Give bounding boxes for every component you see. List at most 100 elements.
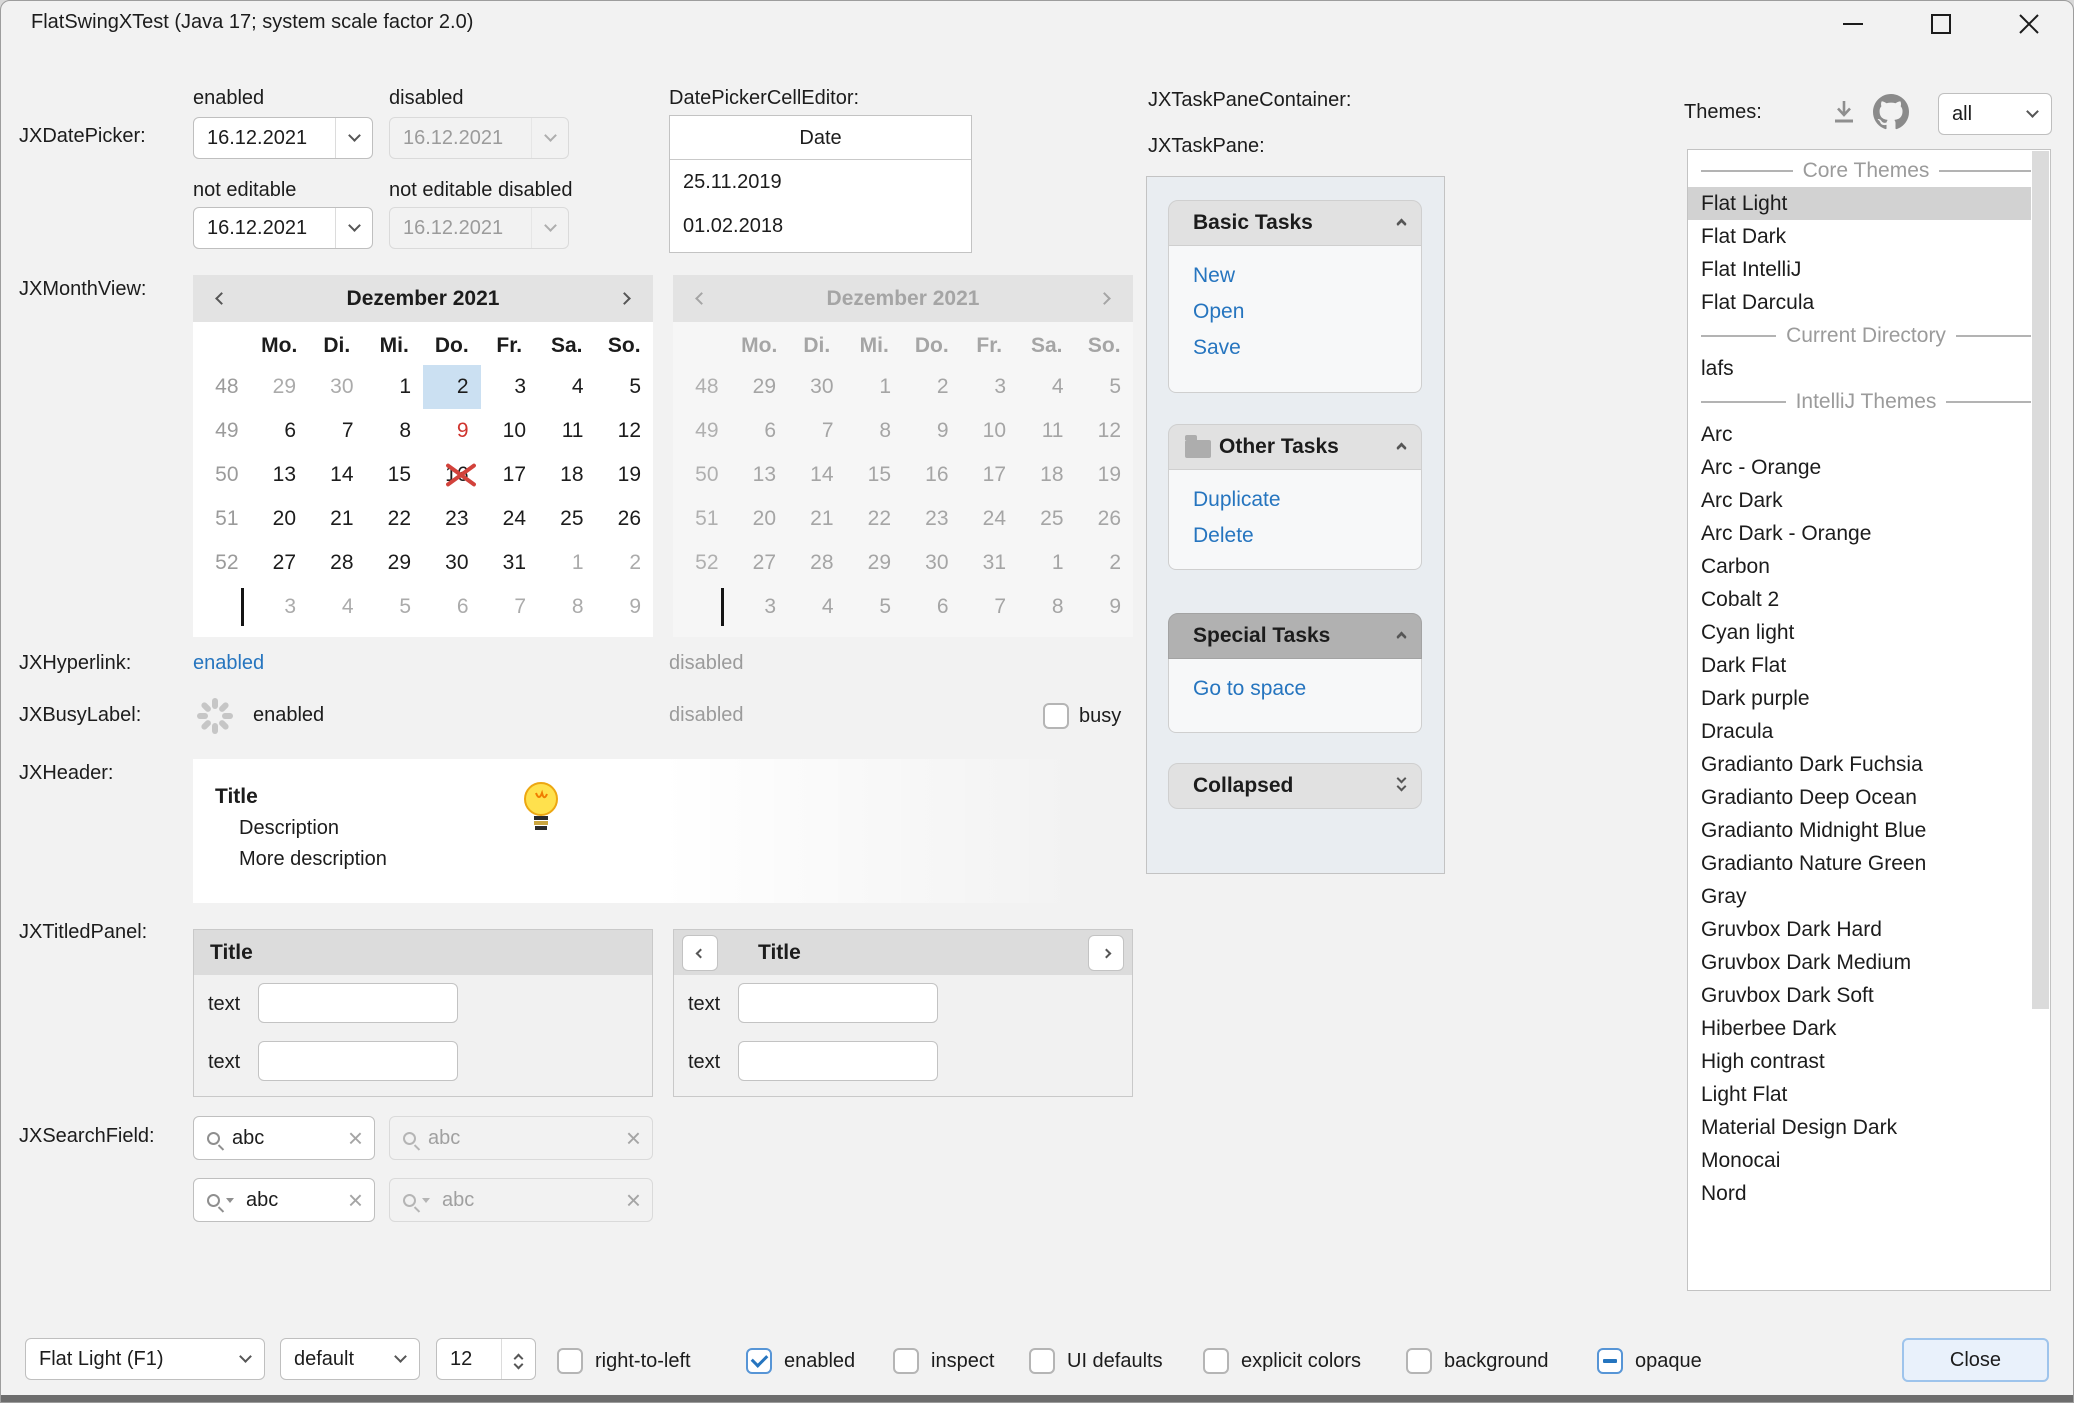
theme-item-hiberbee-dark[interactable]: Hiberbee Dark: [1688, 1012, 2031, 1045]
task-link-save[interactable]: Save: [1193, 330, 1421, 366]
theme-item-lafs[interactable]: lafs: [1688, 352, 2031, 385]
day-cell[interactable]: 28: [308, 541, 366, 585]
hyperlink-enabled[interactable]: enabled: [193, 652, 264, 675]
day-cell[interactable]: 30: [423, 541, 481, 585]
task-link-go-to-space[interactable]: Go to space: [1193, 671, 1421, 707]
search-menu-icon[interactable]: [226, 1198, 234, 1203]
theme-item-gruvbox-dark-soft[interactable]: Gruvbox Dark Soft: [1688, 979, 2031, 1012]
datepicker-enabled[interactable]: 16.12.2021: [193, 117, 373, 159]
day-cell[interactable]: 3: [481, 365, 539, 409]
text-input[interactable]: [258, 983, 458, 1023]
theme-item-dark-flat[interactable]: Dark Flat: [1688, 649, 2031, 682]
theme-item-arc-dark[interactable]: Arc Dark: [1688, 484, 2031, 517]
table-row[interactable]: 01.02.2018: [670, 204, 971, 248]
font-size-spinner[interactable]: 12: [436, 1338, 536, 1380]
day-cell[interactable]: 26: [596, 497, 654, 541]
day-cell[interactable]: 1: [538, 541, 596, 585]
collapse-icon[interactable]: [1398, 631, 1405, 641]
inspect-checkbox[interactable]: [893, 1348, 919, 1374]
taskpane-header-basic-tasks[interactable]: Basic Tasks: [1168, 200, 1422, 246]
day-cell[interactable]: 2: [423, 365, 481, 409]
task-link-duplicate[interactable]: Duplicate: [1193, 482, 1421, 518]
day-cell[interactable]: 4: [308, 585, 366, 629]
day-cell[interactable]: 2: [596, 541, 654, 585]
theme-item-nord[interactable]: Nord: [1688, 1177, 2031, 1210]
day-cell[interactable]: 9: [423, 409, 481, 453]
day-cell[interactable]: 14: [308, 453, 366, 497]
enabled-checkbox[interactable]: [746, 1348, 772, 1374]
opaque-checkbox[interactable]: [1597, 1348, 1623, 1374]
theme-item-monocai[interactable]: Monocai: [1688, 1144, 2031, 1177]
day-cell[interactable]: 29: [251, 365, 309, 409]
maximize-button[interactable]: [1897, 1, 1985, 46]
next-button[interactable]: [1088, 935, 1124, 971]
theme-item-cobalt-2[interactable]: Cobalt 2: [1688, 583, 2031, 616]
day-cell[interactable]: 20: [251, 497, 309, 541]
table-row[interactable]: 25.11.2019: [670, 160, 971, 204]
day-cell[interactable]: 5: [366, 585, 424, 629]
theme-item-arc-orange[interactable]: Arc - Orange: [1688, 451, 2031, 484]
collapse-icon[interactable]: [1398, 442, 1405, 452]
theme-item-gradianto-midnight-blue[interactable]: Gradianto Midnight Blue: [1688, 814, 2031, 847]
day-cell[interactable]: 12: [596, 409, 654, 453]
taskpane-header-special-tasks[interactable]: Special Tasks: [1168, 613, 1422, 659]
day-cell[interactable]: 23: [423, 497, 481, 541]
clear-search-icon[interactable]: ×: [348, 1187, 363, 1213]
laf-combobox[interactable]: Flat Light (F1): [25, 1338, 265, 1380]
theme-item-arc[interactable]: Arc: [1688, 418, 2031, 451]
prev-month-icon[interactable]: [215, 292, 228, 305]
theme-item-material-design-dark[interactable]: Material Design Dark: [1688, 1111, 2031, 1144]
theme-item-dracula[interactable]: Dracula: [1688, 715, 2031, 748]
day-cell[interactable]: 3: [251, 585, 309, 629]
minimize-button[interactable]: [1809, 1, 1897, 46]
text-input[interactable]: [738, 1041, 938, 1081]
right-to-left-checkbox[interactable]: [557, 1348, 583, 1374]
font-combobox[interactable]: default: [280, 1338, 420, 1380]
theme-item-flat-intellij[interactable]: Flat IntelliJ: [1688, 253, 2031, 286]
expand-icon[interactable]: [1398, 782, 1405, 790]
day-cell[interactable]: 8: [538, 585, 596, 629]
day-cell[interactable]: 22: [366, 497, 424, 541]
day-cell[interactable]: 1: [366, 365, 424, 409]
day-cell[interactable]: 6: [423, 585, 481, 629]
theme-item-gradianto-dark-fuchsia[interactable]: Gradianto Dark Fuchsia: [1688, 748, 2031, 781]
day-cell[interactable]: 5: [596, 365, 654, 409]
theme-item-gradianto-deep-ocean[interactable]: Gradianto Deep Ocean: [1688, 781, 2031, 814]
task-link-open[interactable]: Open: [1193, 294, 1421, 330]
day-cell[interactable]: 10: [481, 409, 539, 453]
day-cell[interactable]: 25: [538, 497, 596, 541]
day-cell[interactable]: 17: [481, 453, 539, 497]
theme-item-carbon[interactable]: Carbon: [1688, 550, 2031, 583]
background-checkbox[interactable]: [1406, 1348, 1432, 1374]
clear-search-icon[interactable]: ×: [348, 1125, 363, 1151]
theme-item-cyan-light[interactable]: Cyan light: [1688, 616, 2031, 649]
day-cell[interactable]: 7: [308, 409, 366, 453]
theme-item-flat-dark[interactable]: Flat Dark: [1688, 220, 2031, 253]
download-icon[interactable]: [1829, 97, 1859, 127]
next-month-icon[interactable]: [618, 292, 631, 305]
collapse-icon[interactable]: [1398, 218, 1405, 228]
day-cell[interactable]: 6: [251, 409, 309, 453]
datepicker-dropdown-button[interactable]: [335, 118, 372, 158]
task-link-delete[interactable]: Delete: [1193, 518, 1421, 554]
taskpane-header-other-tasks[interactable]: Other Tasks: [1168, 424, 1422, 470]
day-cell[interactable]: 31: [481, 541, 539, 585]
text-input[interactable]: [258, 1041, 458, 1081]
day-cell[interactable]: 27: [251, 541, 309, 585]
theme-item-high-contrast[interactable]: High contrast: [1688, 1045, 2031, 1078]
task-link-new[interactable]: New: [1193, 258, 1421, 294]
day-cell[interactable]: 9: [596, 585, 654, 629]
day-cell[interactable]: 16: [423, 453, 481, 497]
datepicker-not-editable[interactable]: 16.12.2021: [193, 207, 373, 249]
day-cell[interactable]: 8: [366, 409, 424, 453]
theme-item-gruvbox-dark-medium[interactable]: Gruvbox Dark Medium: [1688, 946, 2031, 979]
day-cell[interactable]: 29: [366, 541, 424, 585]
day-cell[interactable]: 30: [308, 365, 366, 409]
theme-item-gradianto-nature-green[interactable]: Gradianto Nature Green: [1688, 847, 2031, 880]
busy-checkbox[interactable]: [1043, 703, 1069, 729]
day-cell[interactable]: 21: [308, 497, 366, 541]
theme-item-flat-light[interactable]: Flat Light: [1688, 187, 2031, 220]
explicit-colors-checkbox[interactable]: [1203, 1348, 1229, 1374]
searchfield-enabled[interactable]: abc ×: [193, 1116, 375, 1160]
theme-filter-combobox[interactable]: all: [1938, 93, 2052, 135]
